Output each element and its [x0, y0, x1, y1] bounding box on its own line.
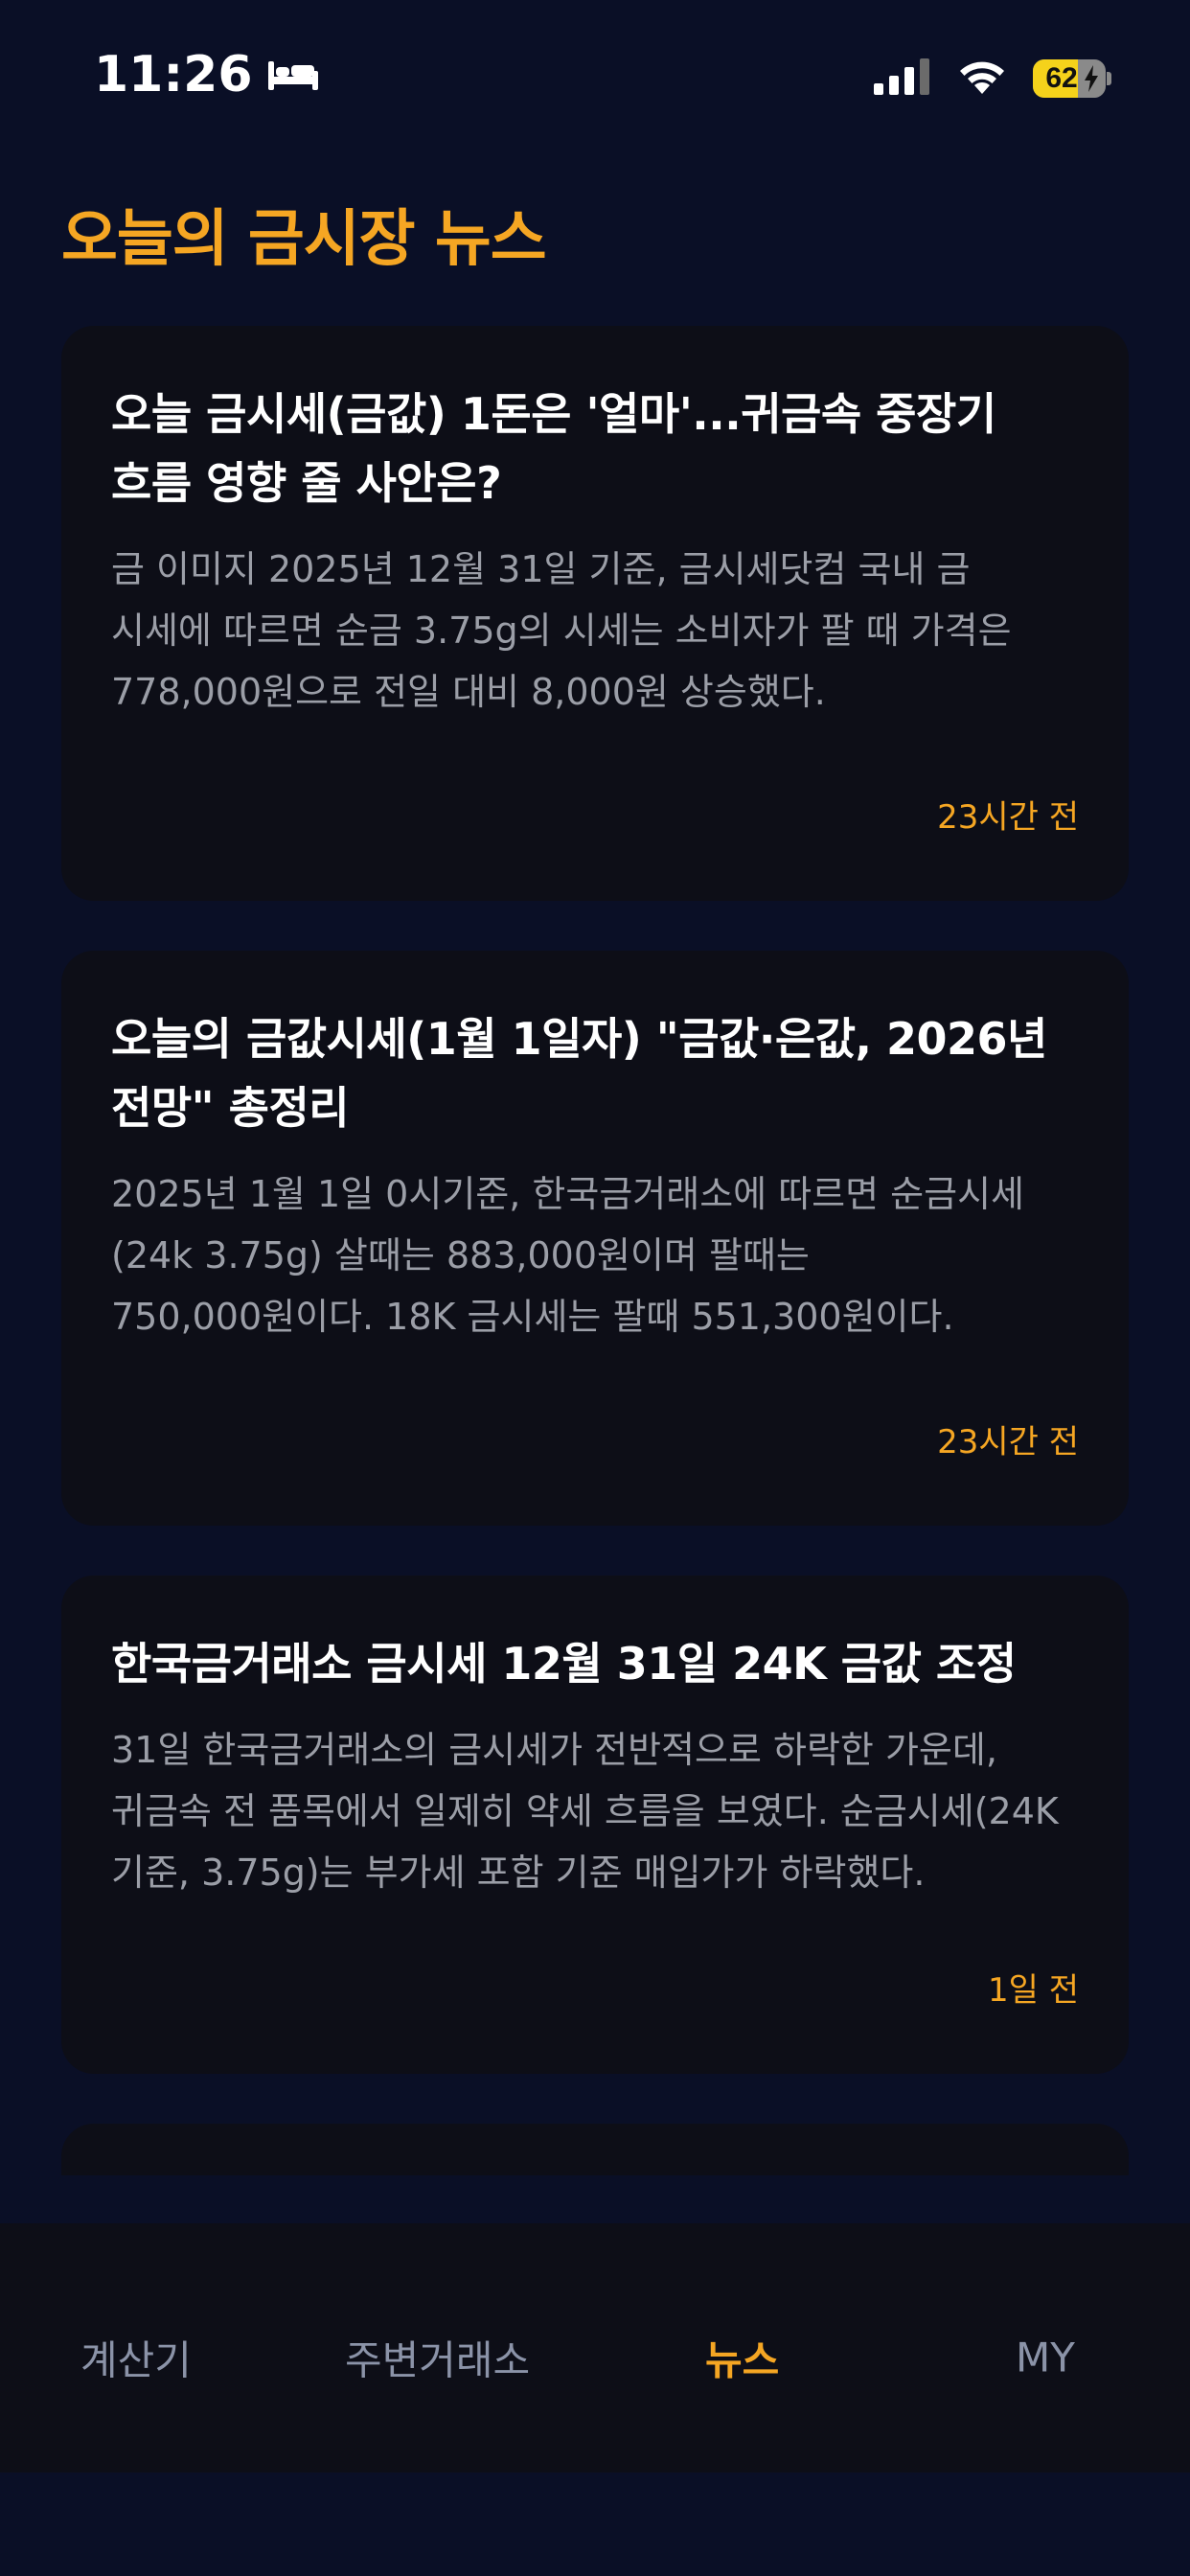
- tab-news[interactable]: 뉴스: [705, 2329, 779, 2387]
- battery-percent: 62: [1045, 62, 1078, 94]
- news-title: 오늘 금시세(금값) 1돈은 '얼마'...귀금속 중장기 흐름 영향 줄 사안…: [111, 388, 996, 509]
- sleep-focus-icon: [266, 58, 320, 92]
- news-card[interactable]: 오늘 금시세(금값) 1돈은 '얼마'...귀금속 중장기 흐름 영향 줄 사안…: [61, 326, 1129, 901]
- status-bar: 11:26 62: [0, 0, 1190, 144]
- news-time: 23시간 전: [937, 798, 1079, 837]
- news-card[interactable]: 오늘의 금값시세(1월 1일자) "금값·은값, 2026년 전망" 총정리 2…: [61, 951, 1129, 1526]
- status-time: 11:26: [94, 46, 253, 104]
- news-list[interactable]: 오늘 금시세(금값) 1돈은 '얼마'...귀금속 중장기 흐름 영향 줄 사안…: [61, 326, 1129, 2175]
- tab-calculator[interactable]: 계산기: [80, 2329, 192, 2387]
- status-indicators: 62: [874, 58, 1111, 100]
- news-title: 한국금거래소 금시세 12월 31일 24K 금값 조정: [111, 1638, 1017, 1690]
- news-time: 23시간 전: [937, 1423, 1079, 1461]
- status-time-group: 11:26: [94, 46, 320, 104]
- news-summary: 2025년 1월 1일 0시기준, 한국금거래소에 따르면 순금시세(24k 3…: [111, 1173, 1024, 1338]
- wifi-icon: [956, 58, 1008, 100]
- bottom-tab-bar: 계산기 주변거래소 뉴스 MY: [0, 2223, 1190, 2472]
- tab-my[interactable]: MY: [1016, 2334, 1075, 2381]
- news-title: 오늘의 금값시세(1월 1일자) "금값·은값, 2026년 전망" 총정리: [111, 1013, 1047, 1134]
- battery-icon: 62: [1033, 59, 1111, 98]
- tab-nearby-exchange[interactable]: 주변거래소: [345, 2329, 530, 2387]
- news-summary: 31일 한국금거래소의 금시세가 전반적으로 하락한 가운데, 귀금속 전 품목…: [111, 1729, 1059, 1894]
- news-card[interactable]: 한국금거래소 금시세 12월 31일 24K 금값 조정 31일 한국금거래소의…: [61, 1576, 1129, 2074]
- charging-bolt-icon: [1083, 65, 1100, 96]
- page-title: 오늘의 금시장 뉴스: [61, 204, 547, 275]
- news-card-partial[interactable]: [61, 2124, 1129, 2175]
- news-time: 1일 전: [988, 1971, 1079, 2010]
- cellular-signal-icon: [874, 58, 931, 99]
- news-summary: 금 이미지 2025년 12월 31일 기준, 금시세닷컴 국내 금 시세에 따…: [111, 548, 1012, 713]
